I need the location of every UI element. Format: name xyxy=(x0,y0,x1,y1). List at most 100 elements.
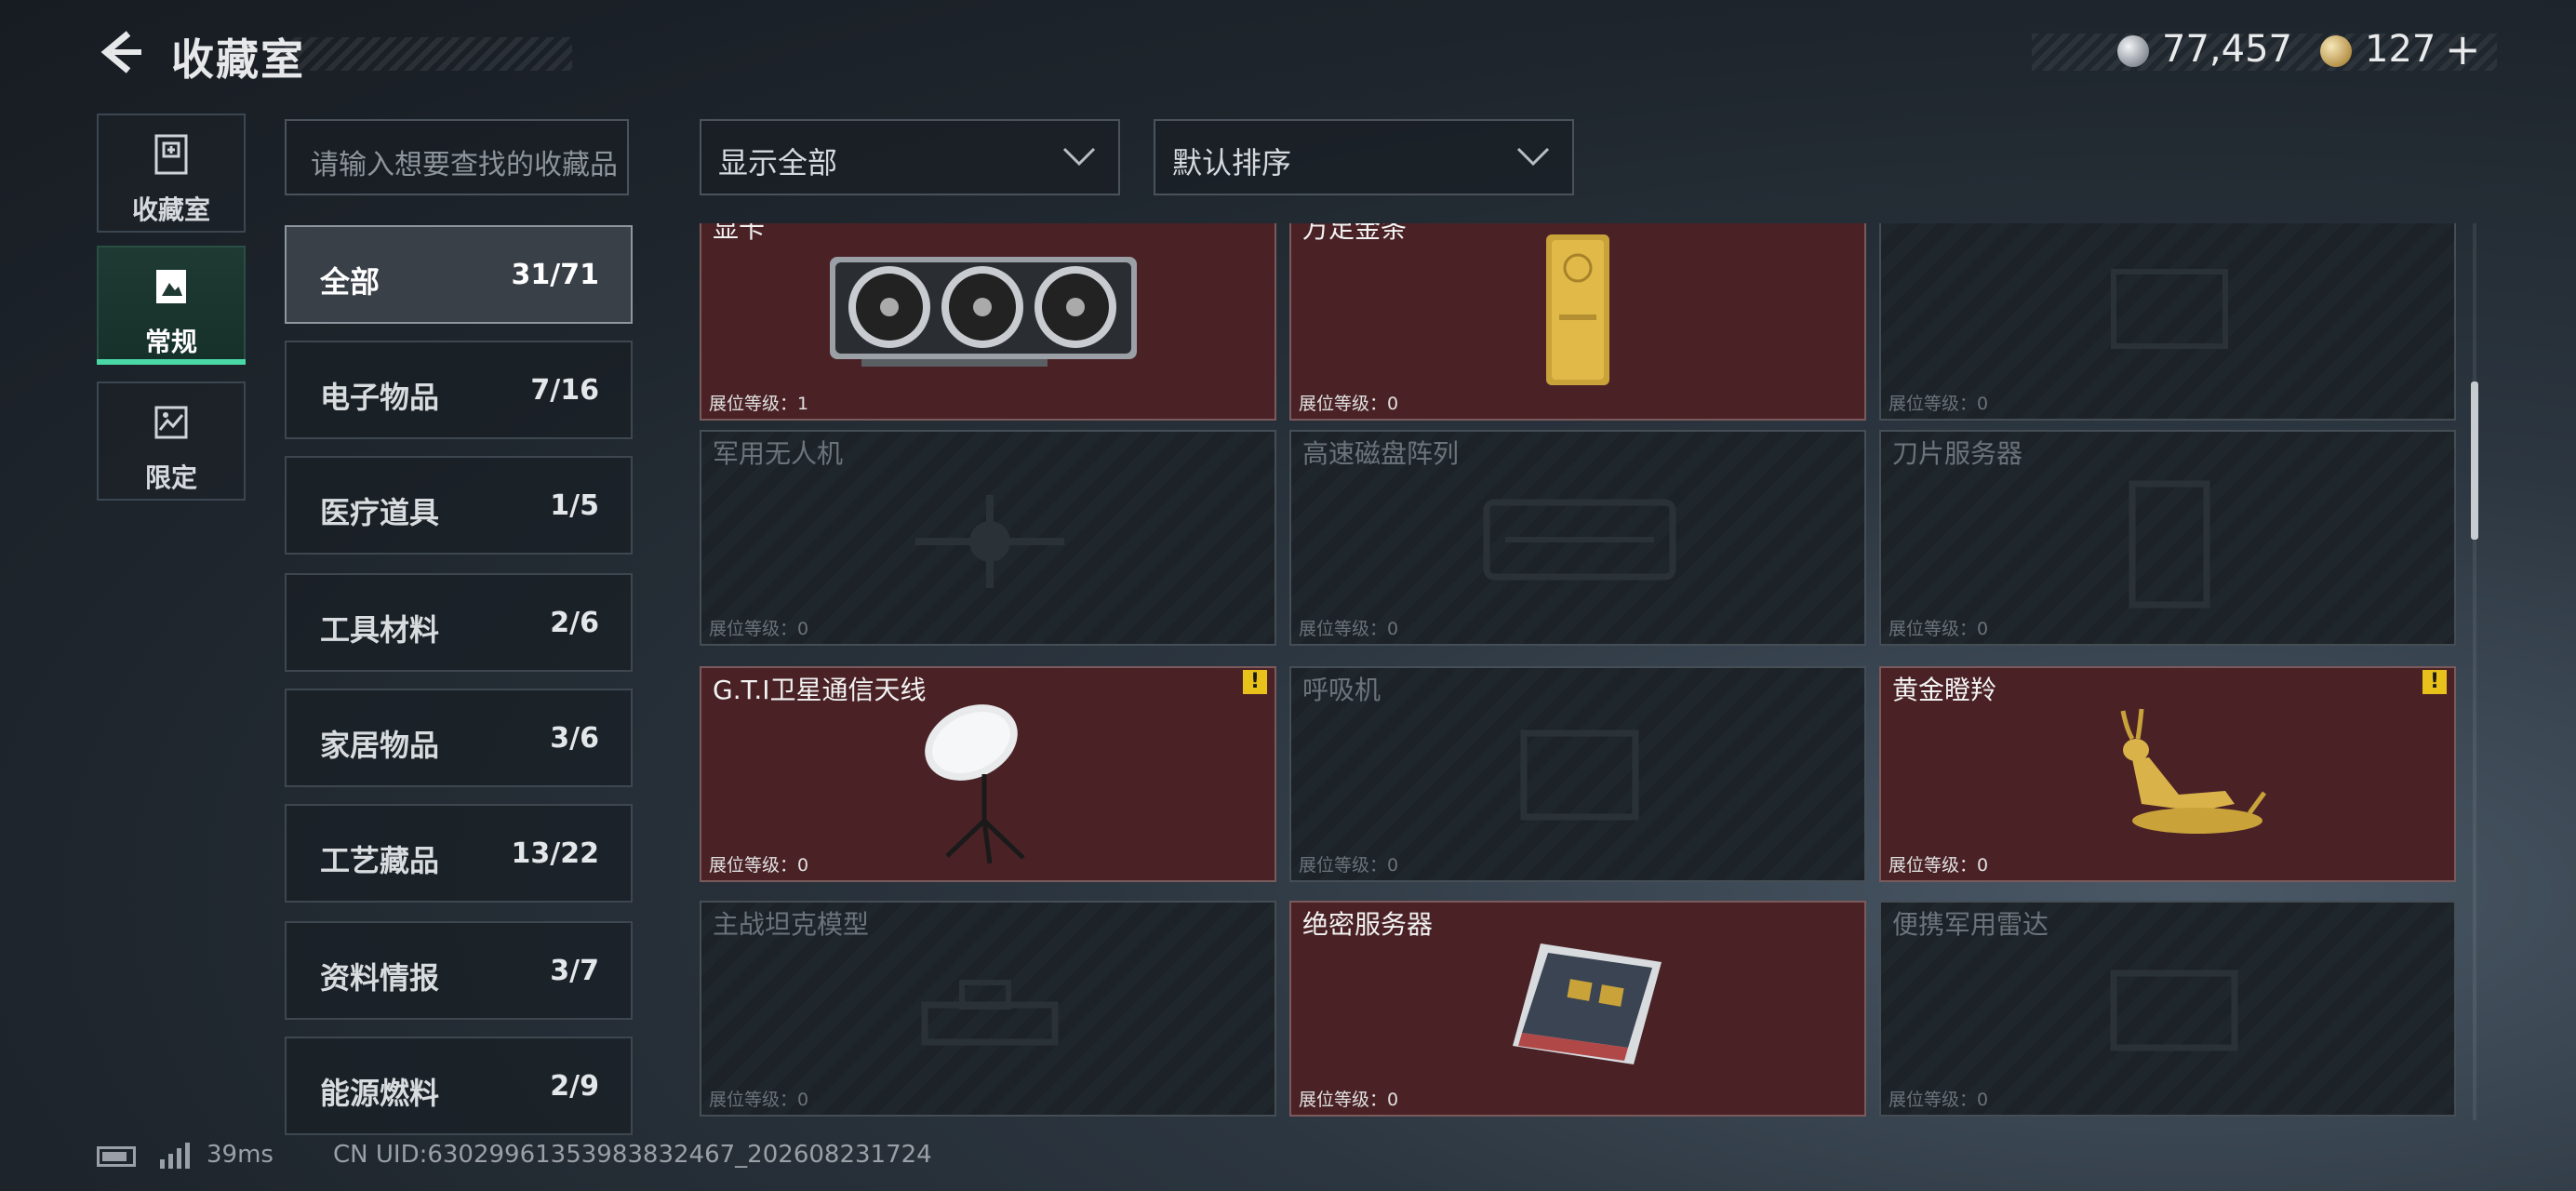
collection-card[interactable]: 绝密服务器 展位等级：0 xyxy=(1289,901,1866,1117)
scrollbar-thumb[interactable] xyxy=(2471,381,2478,540)
chevron-down-icon xyxy=(1062,147,1096,167)
display-filter-value: 显示全部 xyxy=(718,145,838,181)
collection-card[interactable]: 刀片服务器 展位等级：0 xyxy=(1879,430,2456,646)
silver-coin-icon xyxy=(2117,35,2149,67)
category-name: 全部 xyxy=(320,264,380,300)
category-count: 3/6 xyxy=(550,722,599,755)
category-count: 31/71 xyxy=(511,259,599,291)
category-tools[interactable]: 工具材料 2/6 xyxy=(285,573,633,672)
card-name: 刀片服务器 xyxy=(1892,438,2023,469)
category-name: 工具材料 xyxy=(320,612,440,648)
signal-icon xyxy=(160,1143,190,1169)
card-level: 展位等级：0 xyxy=(709,855,809,876)
disk-array-icon xyxy=(1483,499,1676,581)
collection-card[interactable]: 高速磁盘阵列 展位等级：0 xyxy=(1289,430,1866,646)
category-household[interactable]: 家居物品 3/6 xyxy=(285,689,633,787)
nav-limited[interactable]: 限定 xyxy=(97,381,246,501)
card-name: 军用无人机 xyxy=(713,438,844,469)
card-name: 便携军用雷达 xyxy=(1892,909,2049,940)
category-name: 工艺藏品 xyxy=(320,843,440,878)
card-level: 展位等级：0 xyxy=(1889,394,1989,414)
category-name: 资料情报 xyxy=(320,960,440,996)
category-energy[interactable]: 能源燃料 2/9 xyxy=(285,1037,633,1135)
golden-gazelle-icon xyxy=(2120,708,2267,834)
sort-value: 默认排序 xyxy=(1172,145,1292,181)
category-name: 能源燃料 xyxy=(320,1076,440,1111)
search-input[interactable]: 请输入想要查找的收藏品 xyxy=(285,119,629,195)
category-name: 家居物品 xyxy=(320,728,440,763)
card-level: 展位等级：0 xyxy=(709,619,809,639)
card-level: 展位等级：0 xyxy=(1889,1090,1989,1110)
collection-card[interactable]: 万足金条 展位等级：0 xyxy=(1289,223,1866,421)
title-decoration xyxy=(279,37,572,71)
collection-card[interactable]: 便携军用雷达 展位等级：0 xyxy=(1879,901,2456,1117)
category-intel[interactable]: 资料情报 3/7 xyxy=(285,921,633,1020)
regular-icon xyxy=(156,270,186,303)
card-level: 展位等级：0 xyxy=(1299,1090,1399,1110)
nav-collection-room[interactable]: 收藏室 xyxy=(97,114,246,233)
card-level: 展位等级：0 xyxy=(1889,855,1989,876)
nav-active-indicator xyxy=(97,359,246,365)
radar-icon xyxy=(2110,970,2238,1051)
scrollbar-track[interactable] xyxy=(2473,223,2476,1120)
card-name: 呼吸机 xyxy=(1302,675,1381,705)
collection-card[interactable]: G.T.I卫星通信天线 ! 展位等级：0 xyxy=(700,666,1276,882)
card-level: 展位等级：0 xyxy=(1889,619,1989,639)
nav-regular[interactable]: 常规 xyxy=(97,246,246,365)
collection-card[interactable]: 呼吸机 展位等级：0 xyxy=(1289,666,1866,882)
collection-card[interactable]: 展位等级：0 xyxy=(1879,223,2456,421)
category-count: 7/16 xyxy=(530,374,599,407)
collection-grid[interactable]: 显卡 展位等级：1 万足金条 展位等级：0 展位等级：0 军用无人机 展位等级：… xyxy=(692,223,2460,1120)
gold-bar-icon xyxy=(1546,234,1609,385)
limited-icon xyxy=(154,406,188,439)
category-all[interactable]: 全部 31/71 xyxy=(285,225,633,324)
collection-room-icon xyxy=(154,134,188,175)
category-count: 1/5 xyxy=(550,489,599,522)
sort-dropdown[interactable]: 默认排序 xyxy=(1154,119,1574,195)
category-count: 3/7 xyxy=(550,955,599,987)
card-level: 展位等级：0 xyxy=(1299,855,1399,876)
card-name: 黄金瞪羚 xyxy=(1892,675,1997,705)
nav-label: 常规 xyxy=(144,327,197,357)
category-electronics[interactable]: 电子物品 7/16 xyxy=(285,341,633,439)
ping-value: 39ms xyxy=(207,1141,274,1169)
back-arrow-icon[interactable] xyxy=(97,28,145,76)
currency-gold-value: 127 xyxy=(2365,28,2436,71)
secret-server-icon xyxy=(1513,943,1662,1064)
card-level: 展位等级：1 xyxy=(709,394,809,414)
alert-icon: ! xyxy=(2423,670,2447,694)
card-level: 展位等级：0 xyxy=(1299,619,1399,639)
category-count: 2/6 xyxy=(550,607,599,639)
drone-icon xyxy=(915,495,1064,588)
currency-silver-value: 77,457 xyxy=(2162,28,2292,71)
collection-card[interactable]: 主战坦克模型 展位等级：0 xyxy=(700,901,1276,1117)
add-currency-button[interactable]: + xyxy=(2445,24,2481,74)
ventilator-icon xyxy=(1520,729,1639,821)
category-count: 13/22 xyxy=(511,837,599,870)
card-level: 展位等级：0 xyxy=(1299,394,1399,414)
blade-server-icon xyxy=(2129,480,2210,609)
tank-model-icon xyxy=(921,980,1059,1046)
collection-card[interactable]: 黄金瞪羚 ! 展位等级：0 xyxy=(1879,666,2456,882)
category-count: 2/9 xyxy=(550,1070,599,1103)
collection-card[interactable]: 显卡 展位等级：1 xyxy=(700,223,1276,421)
category-medical[interactable]: 医疗道具 1/5 xyxy=(285,456,633,555)
card-name: 绝密服务器 xyxy=(1302,909,1434,940)
card-name: 主战坦克模型 xyxy=(713,909,870,940)
card-name: 高速磁盘阵列 xyxy=(1302,438,1460,469)
collection-card[interactable]: 军用无人机 展位等级：0 xyxy=(700,430,1276,646)
locked-item-icon xyxy=(2111,269,2228,349)
satellite-dish-icon xyxy=(925,704,1025,864)
category-crafts[interactable]: 工艺藏品 13/22 xyxy=(285,804,633,903)
graphics-card-icon xyxy=(830,257,1137,367)
card-level: 展位等级：0 xyxy=(709,1090,809,1110)
nav-label: 收藏室 xyxy=(131,194,210,225)
display-filter-dropdown[interactable]: 显示全部 xyxy=(700,119,1120,195)
card-name: G.T.I卫星通信天线 xyxy=(713,675,927,705)
battery-icon xyxy=(97,1146,136,1167)
category-name: 医疗道具 xyxy=(320,495,440,530)
chevron-down-icon xyxy=(1516,147,1550,167)
user-uid: CN UID:6302996135398383​2467_20260823172… xyxy=(333,1141,932,1169)
gold-coin-icon xyxy=(2320,35,2352,67)
page-title: 收藏室 xyxy=(171,34,305,85)
